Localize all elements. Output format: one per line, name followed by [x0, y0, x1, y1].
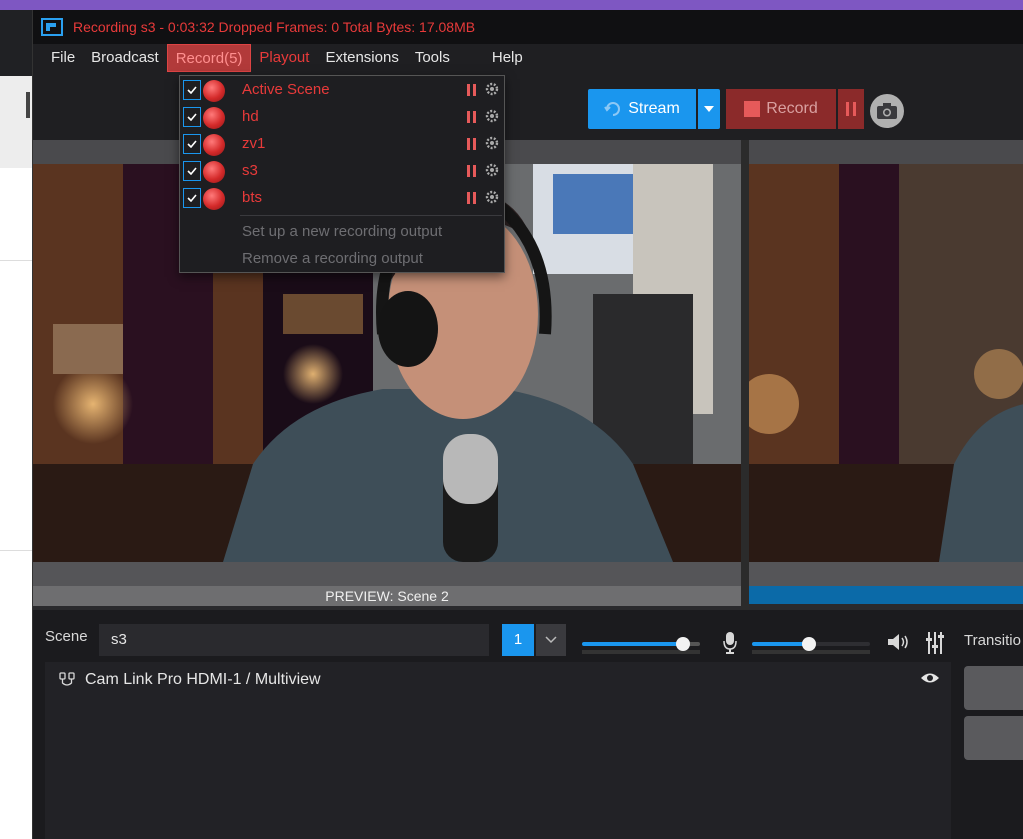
source-item[interactable]: Cam Link Pro HDMI-1 / Multiview	[45, 666, 951, 694]
record-output-label: bts	[242, 189, 263, 206]
scene-name-field[interactable]: s3	[99, 624, 489, 656]
record-output-item[interactable]: s3	[180, 158, 504, 185]
chevron-down-icon	[704, 106, 714, 112]
record-output-checkbox[interactable]	[183, 188, 201, 208]
record-output-item[interactable]: Active Scene	[180, 77, 504, 104]
check-icon	[187, 86, 197, 94]
menu-tools[interactable]: Tools	[407, 44, 458, 72]
plug-icon	[59, 672, 75, 686]
menu-playout[interactable]: Playout	[251, 44, 317, 72]
program-bottom-bar	[749, 562, 1023, 586]
master-volume-slider[interactable]	[582, 637, 700, 658]
check-icon	[187, 167, 197, 175]
pause-icon[interactable]	[467, 111, 477, 123]
mixer-icon[interactable]	[926, 632, 944, 654]
chevron-down-icon	[545, 636, 557, 644]
snapshot-button[interactable]	[870, 94, 904, 128]
record-stop-icon	[744, 101, 761, 117]
check-icon	[187, 194, 197, 202]
transition-button[interactable]	[964, 666, 1023, 710]
preview-label: PREVIEW: Scene 2	[33, 586, 741, 606]
menu-bar: File Broadcast Record(5) Playout Extensi…	[33, 44, 1023, 72]
mic-volume-track	[808, 642, 870, 646]
pause-icon[interactable]	[467, 192, 477, 204]
check-icon	[187, 113, 197, 121]
record-button[interactable]: Record	[726, 89, 836, 129]
record-button-label: Record	[766, 100, 818, 117]
record-output-item[interactable]: zv1	[180, 131, 504, 158]
pause-icon	[846, 102, 856, 116]
record-pause-button[interactable]	[838, 89, 864, 129]
record-output-item[interactable]: hd	[180, 104, 504, 131]
background-window-bar	[0, 0, 1023, 10]
mic-volume-fill	[752, 642, 808, 646]
stream-button-label: Stream	[628, 100, 680, 117]
pause-icon[interactable]	[467, 138, 477, 150]
program-video[interactable]	[749, 164, 1023, 562]
menu-separator	[240, 215, 502, 216]
record-dot-icon	[203, 161, 225, 183]
transition-button[interactable]	[964, 716, 1023, 760]
menu-broadcast[interactable]: Broadcast	[83, 44, 167, 72]
scene-number[interactable]: 1	[502, 624, 534, 656]
mic-volume-slider[interactable]	[752, 637, 870, 658]
transition-label: Transitio	[964, 632, 1021, 649]
background-browser-element	[26, 92, 30, 118]
gear-icon[interactable]	[485, 136, 499, 150]
record-dropdown-menu: Active Scene hd zv1 s3 bts Set up a new …	[179, 75, 505, 273]
master-volume-knob[interactable]	[676, 637, 690, 651]
stream-button[interactable]: Stream	[588, 89, 696, 129]
app-logo-icon	[41, 18, 63, 36]
gear-icon[interactable]	[485, 190, 499, 204]
record-dot-icon	[203, 107, 225, 129]
record-output-checkbox[interactable]	[183, 107, 201, 127]
record-output-checkbox[interactable]	[183, 161, 201, 181]
mic-volume-knob[interactable]	[802, 637, 816, 651]
program-status-bar	[749, 586, 1023, 604]
new-recording-output-item[interactable]: Set up a new recording output	[242, 223, 442, 240]
scene-dropdown-button[interactable]	[536, 624, 566, 656]
window-title: Recording s3 - 0:03:32 Dropped Frames: 0…	[73, 19, 476, 35]
eye-icon[interactable]	[921, 672, 939, 684]
pause-icon[interactable]	[467, 165, 477, 177]
source-name: Cam Link Pro HDMI-1 / Multiview	[85, 671, 321, 688]
record-output-label: zv1	[242, 135, 266, 152]
menu-record[interactable]: Record(5)	[166, 44, 252, 72]
mic-icon[interactable]	[723, 632, 737, 654]
remove-recording-output-item[interactable]: Remove a recording output	[242, 250, 423, 267]
pause-icon[interactable]	[467, 84, 477, 96]
record-dot-icon	[203, 134, 225, 156]
record-dot-icon	[203, 188, 225, 210]
master-volume-fill	[582, 642, 686, 646]
gear-icon[interactable]	[485, 109, 499, 123]
menu-help[interactable]: Help	[484, 44, 531, 72]
record-output-label: Active Scene	[242, 81, 330, 98]
program-top-bar	[749, 140, 1023, 164]
scene-label: Scene	[45, 628, 88, 645]
record-dot-icon	[203, 80, 225, 102]
gear-icon[interactable]	[485, 82, 499, 96]
record-output-label: s3	[242, 162, 258, 179]
menu-file[interactable]: File	[43, 44, 83, 72]
record-output-label: hd	[242, 108, 259, 125]
check-icon	[187, 140, 197, 148]
stream-dropdown-button[interactable]	[698, 89, 720, 129]
preview-program-divider[interactable]	[741, 140, 749, 610]
record-output-item[interactable]: bts	[180, 185, 504, 212]
camera-icon	[877, 103, 897, 119]
menu-extensions[interactable]: Extensions	[317, 44, 406, 72]
controls-row: Scene s3 1 Transitio	[33, 618, 1023, 662]
preview-bottom-bar	[33, 562, 741, 586]
gear-icon[interactable]	[485, 163, 499, 177]
record-output-checkbox[interactable]	[183, 80, 201, 100]
title-bar: Recording s3 - 0:03:32 Dropped Frames: 0…	[33, 10, 1023, 44]
speaker-icon[interactable]	[888, 634, 912, 650]
stream-icon	[604, 102, 621, 116]
record-output-checkbox[interactable]	[183, 134, 201, 154]
sources-list: Cam Link Pro HDMI-1 / Multiview	[45, 662, 951, 839]
